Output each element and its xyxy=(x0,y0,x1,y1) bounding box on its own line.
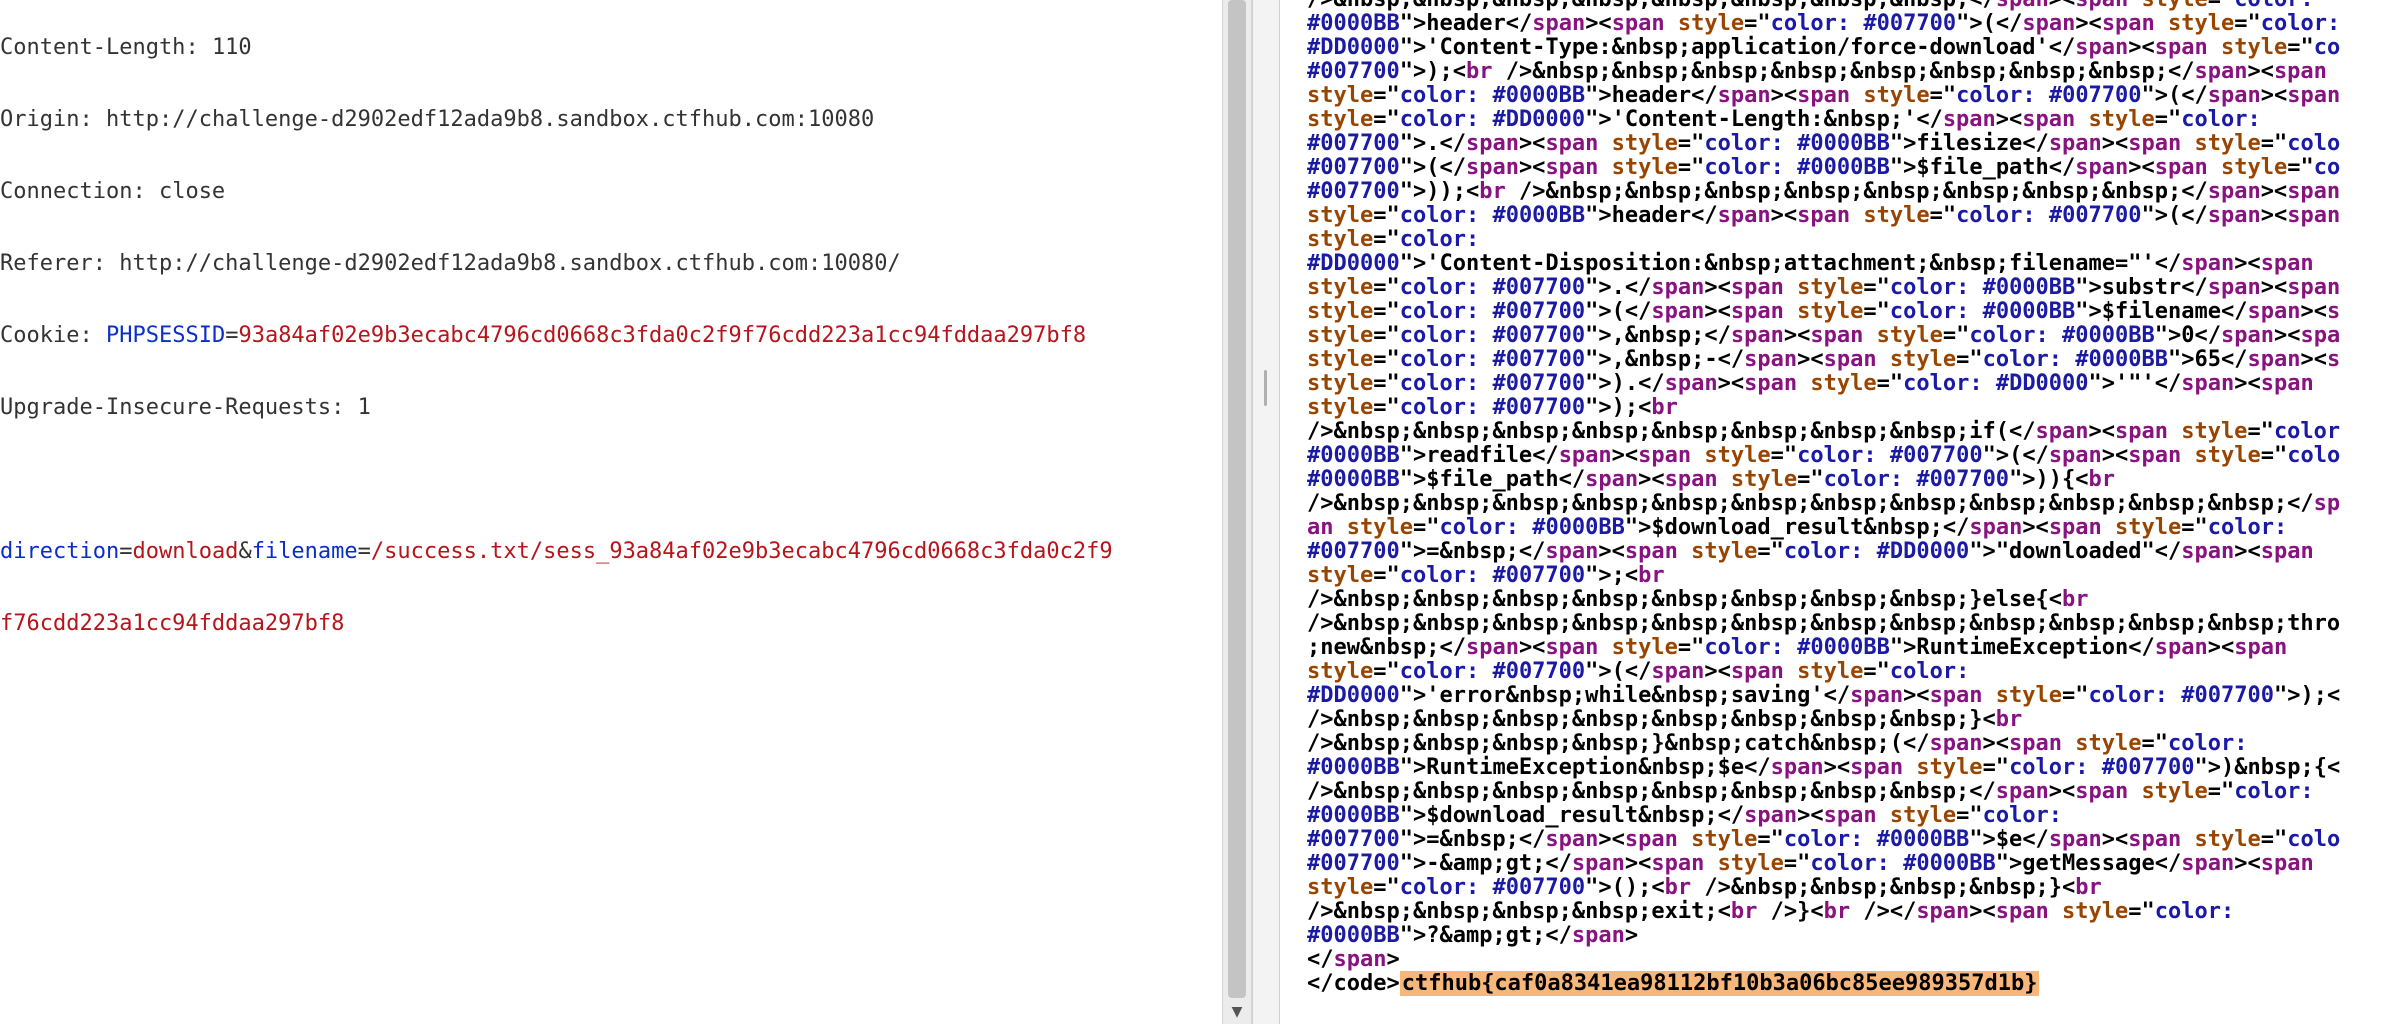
source-line: an style="color: #0000BB">$download_resu… xyxy=(1307,515,2301,540)
source-line: #0000BB">?&amp;gt;</span> xyxy=(1307,923,1639,948)
source-line: #007700">));<br />&nbsp;&nbsp;&nbsp;&nbs… xyxy=(1307,179,2341,204)
param-filename-value: /success.txt/sess_93a84af02e9b3ecabc4796… xyxy=(370,539,1113,564)
source-line: #DD0000">'Content-Type:&nbsp;application… xyxy=(1307,35,2341,60)
source-line: #007700">(</span><span style="color: #00… xyxy=(1307,155,2341,180)
header-line: Connection: close xyxy=(0,179,226,204)
response-text: />&nbsp;&nbsp;&nbsp;&nbsp;&nbsp;&nbsp;&n… xyxy=(1307,0,2354,996)
request-pane[interactable]: Content-Length: 110 Origin: http://chall… xyxy=(0,0,1220,1024)
source-line: />&nbsp;&nbsp;&nbsp;&nbsp;&nbsp;&nbsp;&n… xyxy=(1307,419,2341,444)
cookie-value: 93a84af02e9b3ecabc4796cd0668c3fda0c2f9f7… xyxy=(238,323,1087,348)
source-line: #DD0000">'Content-Disposition:&nbsp;atta… xyxy=(1307,251,2314,276)
source-line: style="color: #007700">(</span><span sty… xyxy=(1307,299,2341,324)
source-line: #0000BB">readfile</span><span style="col… xyxy=(1307,443,2341,468)
body-line-continuation: f76cdd223a1cc94fddaa297bf8 xyxy=(0,611,345,636)
source-line: #0000BB">$file_path</span><span style="c… xyxy=(1307,467,2116,492)
flag-text[interactable]: ctfhub{caf0a8341ea98112bf10b3a06bc85ee98… xyxy=(1399,971,2040,996)
cookie-line: Cookie: PHPSESSID=93a84af02e9b3ecabc4796… xyxy=(0,323,1087,348)
source-line: />&nbsp;&nbsp;&nbsp;&nbsp;&nbsp;&nbsp;&n… xyxy=(1307,491,2341,516)
source-line: #007700">=&nbsp;</span><span style="colo… xyxy=(1307,827,2341,852)
source-line: #007700">.</span><span style="color: #00… xyxy=(1307,131,2341,156)
header-line: Content-Length: 110 xyxy=(0,35,252,60)
source-line: />&nbsp;&nbsp;&nbsp;&nbsp;}&nbsp;catch&n… xyxy=(1307,731,2261,756)
param-direction-key: direction xyxy=(0,539,120,564)
header-line: Referer: http://challenge-d2902edf12ada9… xyxy=(0,251,901,276)
scroll-thumb[interactable] xyxy=(1228,0,1246,998)
source-line: />&nbsp;&nbsp;&nbsp;&nbsp;&nbsp;&nbsp;&n… xyxy=(1307,611,2341,636)
close-code-tag: </code> xyxy=(1307,971,1400,996)
source-line: style="color: xyxy=(1307,227,1493,252)
source-line: #0000BB">$download_result&nbsp;</span><s… xyxy=(1307,803,2076,828)
source-line: </span> xyxy=(1307,947,1400,972)
param-filename-key: filename xyxy=(251,539,358,564)
source-line: style="color: #007700">.</span><span sty… xyxy=(1307,275,2341,300)
source-line: style="color: #007700">);<br xyxy=(1307,395,1678,420)
param-direction-value: download xyxy=(132,539,239,564)
source-line: #007700">=&nbsp;</span><span style="colo… xyxy=(1307,539,2314,564)
response-pane[interactable]: />&nbsp;&nbsp;&nbsp;&nbsp;&nbsp;&nbsp;&n… xyxy=(1278,0,2400,1024)
flag-line: </code>ctfhub{caf0a8341ea98112bf10b3a06b… xyxy=(1307,971,2354,996)
source-line: #007700">-&amp;gt;</span><span style="co… xyxy=(1307,851,2314,876)
body-line: direction=download&filename=/success.txt… xyxy=(0,539,1113,564)
source-line: />&nbsp;&nbsp;&nbsp;&nbsp;&nbsp;&nbsp;&n… xyxy=(1307,587,2089,612)
source-line: style="color: #DD0000">'Content-Length:&… xyxy=(1307,107,2274,132)
triangle-down-icon[interactable]: ▼ xyxy=(1223,1000,1251,1024)
header-line: Origin: http://challenge-d2902edf12ada9b… xyxy=(0,107,875,132)
source-line: style="color: #007700">(</span><span sty… xyxy=(1307,659,1983,684)
grip-icon[interactable] xyxy=(1264,370,1267,406)
source-line: style="color: #007700">).</span><span st… xyxy=(1307,371,2314,396)
source-line: #DD0000">'error&nbsp;while&nbsp;saving'<… xyxy=(1307,683,2341,708)
cookie-key: PHPSESSID xyxy=(105,323,226,348)
source-line: style="color: #007700">();<br />&nbsp;&n… xyxy=(1307,875,2102,900)
source-line: #0000BB">header</span><span style="color… xyxy=(1307,11,2354,36)
source-line: />&nbsp;&nbsp;&nbsp;&nbsp;&nbsp;&nbsp;&n… xyxy=(1307,779,2327,804)
source-line: style="color: #0000BB">header</span><spa… xyxy=(1307,203,2341,228)
source-line: #007700">);<br />&nbsp;&nbsp;&nbsp;&nbsp… xyxy=(1307,59,2327,84)
header-line: Upgrade-Insecure-Requests: 1 xyxy=(0,395,371,420)
request-scrollbar[interactable]: ▼ xyxy=(1222,0,1252,1024)
source-line: style="color: #007700">,&nbsp;-</span><s… xyxy=(1307,347,2341,372)
request-text: Content-Length: 110 Origin: http://chall… xyxy=(0,0,1113,684)
source-line: style="color: #0000BB">header</span><spa… xyxy=(1307,83,2341,108)
source-line: #0000BB">RuntimeException&nbsp;$e</span>… xyxy=(1307,755,2341,780)
source-line: style="color: #007700">,&nbsp;</span><sp… xyxy=(1307,323,2341,348)
pane-splitter[interactable] xyxy=(1252,0,1280,1024)
source-line: />&nbsp;&nbsp;&nbsp;&nbsp;&nbsp;&nbsp;&n… xyxy=(1307,707,2023,732)
source-line: style="color: #007700">;<br xyxy=(1307,563,1665,588)
source-line: />&nbsp;&nbsp;&nbsp;&nbsp;exit;<br />}<b… xyxy=(1307,899,2248,924)
source-line: ;new&nbsp;</span><span style="color: #00… xyxy=(1307,635,2288,660)
